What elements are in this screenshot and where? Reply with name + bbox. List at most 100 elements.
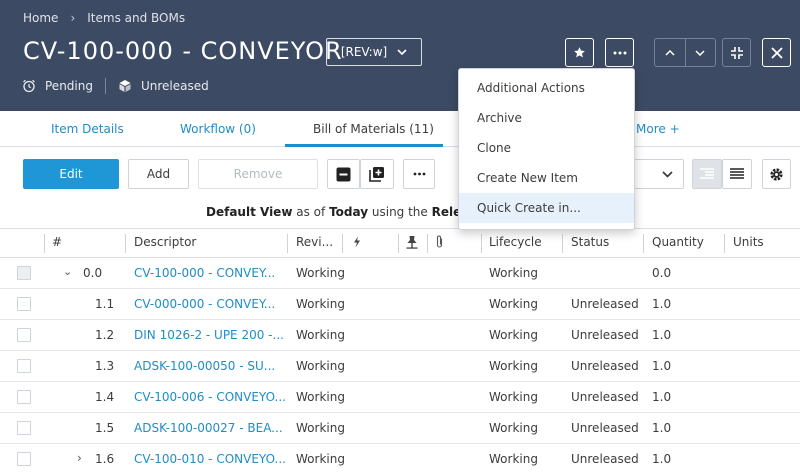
row-checkbox[interactable] (17, 421, 31, 435)
tab-workflow[interactable]: Workflow (0) (180, 122, 256, 136)
previous-record-button[interactable] (655, 39, 686, 66)
favorite-button[interactable] (565, 38, 594, 67)
row-checkbox[interactable] (17, 297, 31, 311)
row-number: 1.6 (95, 452, 115, 466)
menu-item-create-new-item[interactable]: Create New Item (459, 163, 634, 193)
expand-chevron-right-icon[interactable]: › (77, 451, 82, 465)
column-divider (287, 234, 288, 253)
ellipsis-icon (413, 172, 425, 176)
row-descriptor-link[interactable]: ADSK-100-00027 - BEA... (134, 421, 283, 435)
table-row[interactable]: 1.3 ADSK-100-00050 - SU... Working Worki… (0, 351, 800, 382)
row-lifecycle: Working (489, 421, 538, 435)
remove-button[interactable]: Remove (198, 159, 318, 189)
chevron-down-icon (662, 170, 673, 178)
revision-dropdown[interactable]: [REV:w] (326, 38, 422, 66)
flat-view-button[interactable] (722, 159, 752, 189)
view-date: Today (329, 205, 369, 219)
tab-more[interactable]: More + (636, 122, 680, 136)
menu-item-quick-create[interactable]: Quick Create in... (459, 193, 634, 223)
row-quantity: 1.0 (652, 328, 672, 342)
column-status[interactable]: Status (571, 235, 609, 249)
column-units[interactable]: Units (733, 235, 764, 249)
lightning-icon (354, 236, 360, 248)
row-checkbox[interactable] (17, 328, 31, 342)
alarm-clock-icon (23, 79, 35, 93)
workflow-status: Pending (45, 79, 93, 93)
row-status: Unreleased (571, 297, 639, 311)
record-navigation (654, 38, 716, 67)
column-attachment-icon[interactable] (435, 235, 444, 252)
view-using: using the (371, 205, 428, 219)
row-revision: Working (296, 390, 345, 404)
table-row[interactable]: 1.4 CV-100-006 - CONVEYO... Working Work… (0, 382, 800, 413)
row-quantity: 0.0 (652, 266, 672, 280)
breadcrumb-home[interactable]: Home (23, 11, 58, 25)
row-lifecycle: Working (489, 297, 538, 311)
row-descriptor-link[interactable]: CV-100-010 - CONVEYO... (134, 452, 286, 466)
more-actions-menu: Additional Actions Archive Clone Create … (458, 68, 635, 230)
column-change-icon[interactable] (351, 236, 363, 251)
column-lifecycle[interactable]: Lifecycle (489, 235, 542, 249)
menu-item-additional-actions[interactable]: Additional Actions (459, 73, 634, 103)
table-row[interactable]: › 1.6 CV-100-010 - CONVEYO... Working Wo… (0, 444, 800, 475)
settings-button[interactable] (762, 159, 791, 189)
row-descriptor-link[interactable]: ADSK-100-00050 - SU... (134, 359, 275, 373)
row-checkbox[interactable] (17, 266, 31, 280)
paperclip-icon (436, 235, 443, 248)
table-row[interactable]: 1.2 DIN 1026-2 - UPE 200 -... Working Wo… (0, 320, 800, 351)
row-status: Unreleased (571, 452, 639, 466)
row-descriptor-link[interactable]: CV-100-000 - CONVEY... (134, 266, 275, 280)
row-number: 1.3 (95, 359, 115, 373)
row-quantity: 1.0 (652, 390, 672, 404)
tab-item-details[interactable]: Item Details (51, 122, 124, 136)
column-quantity[interactable]: Quantity (652, 235, 704, 249)
table-row[interactable]: 1.1 CV-000-000 - CONVEY... Working Worki… (0, 289, 800, 320)
more-actions-button[interactable] (605, 38, 634, 67)
row-lifecycle: Working (489, 328, 538, 342)
bom-more-button[interactable] (403, 159, 435, 189)
menu-item-archive[interactable]: Archive (459, 103, 634, 133)
item-status-line: Pending Unreleased (22, 78, 209, 94)
expand-all-button[interactable] (360, 159, 394, 189)
table-row[interactable]: 1.5 ADSK-100-00027 - BEA... Working Work… (0, 413, 800, 444)
row-descriptor-link[interactable]: CV-000-000 - CONVEY... (134, 297, 275, 311)
row-quantity: 1.0 (652, 297, 672, 311)
collapse-all-button[interactable] (327, 159, 360, 189)
row-status: Unreleased (571, 328, 639, 342)
column-descriptor[interactable]: Descriptor (134, 235, 196, 249)
column-number[interactable]: # (52, 235, 62, 249)
row-checkbox[interactable] (17, 390, 31, 404)
breadcrumb-items-and-boms[interactable]: Items and BOMs (87, 11, 185, 25)
edit-button[interactable]: Edit (23, 159, 119, 189)
row-revision: Working (296, 421, 345, 435)
close-button[interactable] (762, 38, 791, 67)
next-record-button[interactable] (686, 39, 716, 66)
row-lifecycle: Working (489, 390, 538, 404)
close-icon (770, 46, 783, 59)
active-tab-indicator (285, 144, 443, 147)
ellipsis-icon (613, 51, 626, 54)
column-pin-icon[interactable] (406, 235, 418, 252)
plus-square-stack-icon (369, 167, 384, 182)
row-descriptor-link[interactable]: CV-100-006 - CONVEYO... (134, 390, 286, 404)
row-quantity: 1.0 (652, 421, 672, 435)
collapse-view-button[interactable] (722, 38, 751, 67)
menu-item-clone[interactable]: Clone (459, 133, 634, 163)
row-number: 1.5 (95, 421, 115, 435)
table-row[interactable]: ⌄ 0.0 CV-100-000 - CONVEY... Working Wor… (0, 258, 800, 289)
tab-bill-of-materials[interactable]: Bill of Materials (11) (313, 122, 434, 136)
row-checkbox[interactable] (17, 359, 31, 373)
column-revision[interactable]: Revi... (296, 235, 333, 249)
row-number: 1.1 (95, 297, 115, 311)
add-button[interactable]: Add (128, 159, 189, 189)
column-divider (44, 234, 45, 253)
breadcrumb: Home › Items and BOMs (23, 11, 185, 25)
indented-view-button[interactable] (692, 159, 722, 189)
row-status: Unreleased (571, 390, 639, 404)
column-divider (398, 234, 399, 253)
pin-icon (406, 236, 418, 249)
expand-chevron-down-icon[interactable]: ⌄ (63, 265, 72, 278)
column-divider (427, 234, 428, 253)
row-descriptor-link[interactable]: DIN 1026-2 - UPE 200 -... (134, 328, 284, 342)
row-checkbox[interactable] (17, 452, 31, 466)
